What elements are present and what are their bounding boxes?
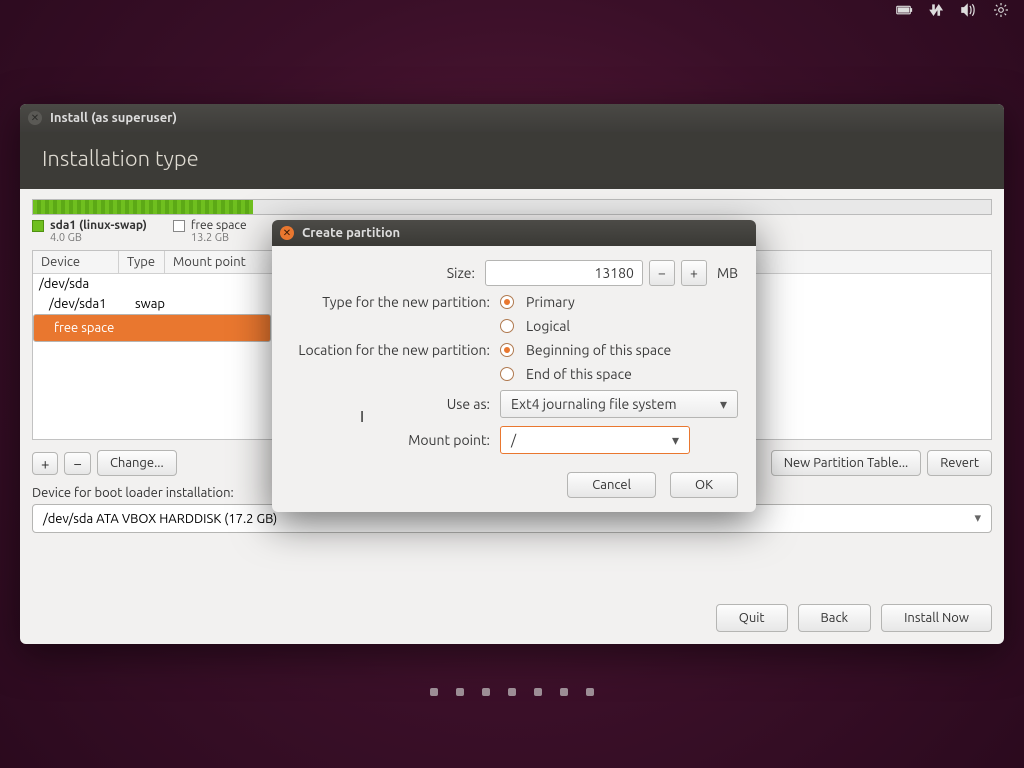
size-unit: MB [717,265,738,281]
type-label: Type for the new partition: [290,294,500,310]
column-header[interactable]: Mount point [165,251,285,273]
radio-location-end[interactable] [500,367,514,381]
network-icon[interactable] [928,3,946,21]
mountpoint-label: Mount point: [290,432,500,448]
radio-logical[interactable] [500,319,514,333]
wizard-progress-dots [0,688,1024,696]
useas-select[interactable]: Ext4 journaling file system▾ [500,390,738,418]
battery-icon[interactable] [896,3,914,21]
chevron-down-icon: ▾ [720,396,727,413]
progress-dot [482,688,490,696]
legend-item: free space13.2 GB [173,219,247,244]
back-button[interactable]: Back [798,604,872,632]
volume-icon[interactable] [960,3,978,21]
progress-dot [456,688,464,696]
progress-dot [560,688,568,696]
column-header[interactable]: Device [33,251,119,273]
close-icon[interactable]: ✕ [280,226,294,240]
progress-dot [430,688,438,696]
column-header[interactable]: Type [119,251,165,273]
radio-primary[interactable] [500,295,514,309]
partition-usage-bar[interactable] [32,199,992,215]
remove-partition-button[interactable]: − [64,452,90,475]
size-input[interactable]: 13180 [485,260,643,286]
progress-dot [586,688,594,696]
table-row[interactable]: free space [33,314,271,342]
change-partition-button[interactable]: Change... [97,450,177,476]
size-label: Size: [290,265,485,281]
legend-item: sda1 (linux-swap)4.0 GB [32,219,147,244]
window-titlebar[interactable]: ✕ Install (as superuser) [20,104,1004,132]
new-partition-table-button[interactable]: New Partition Table... [771,450,922,476]
useas-label: Use as: [290,396,500,412]
dialog-title: Create partition [302,226,400,240]
size-decrement-button[interactable]: − [649,260,675,286]
partition-bar-free[interactable] [253,200,991,214]
progress-dot [508,688,516,696]
swatch-icon [173,220,185,232]
create-partition-dialog: ✕ Create partition Size: 13180 − + MB Ty… [272,220,756,512]
close-icon[interactable]: ✕ [28,111,42,125]
system-tray [882,0,1024,24]
revert-button[interactable]: Revert [927,450,992,476]
page-title: Installation type [20,132,1004,189]
ok-button[interactable]: OK [670,472,738,498]
text-cursor-icon: I [360,408,364,426]
install-now-button[interactable]: Install Now [881,604,992,632]
swatch-icon [32,220,44,232]
wizard-footer: Quit Back Install Now [716,604,992,632]
mountpoint-combobox[interactable]: /▾ [500,426,690,454]
quit-button[interactable]: Quit [716,604,788,632]
window-title: Install (as superuser) [50,111,177,125]
gear-icon[interactable] [992,3,1010,21]
add-partition-button[interactable]: + [32,452,58,475]
chevron-down-icon: ▾ [974,511,981,526]
size-increment-button[interactable]: + [681,260,707,286]
progress-dot [534,688,542,696]
radio-location-begin[interactable] [500,343,514,357]
chevron-down-icon: ▾ [672,432,679,449]
cancel-button[interactable]: Cancel [567,472,656,498]
partition-bar-swap[interactable] [33,200,253,214]
location-label: Location for the new partition: [290,342,500,358]
dialog-titlebar[interactable]: ✕ Create partition [272,220,756,246]
